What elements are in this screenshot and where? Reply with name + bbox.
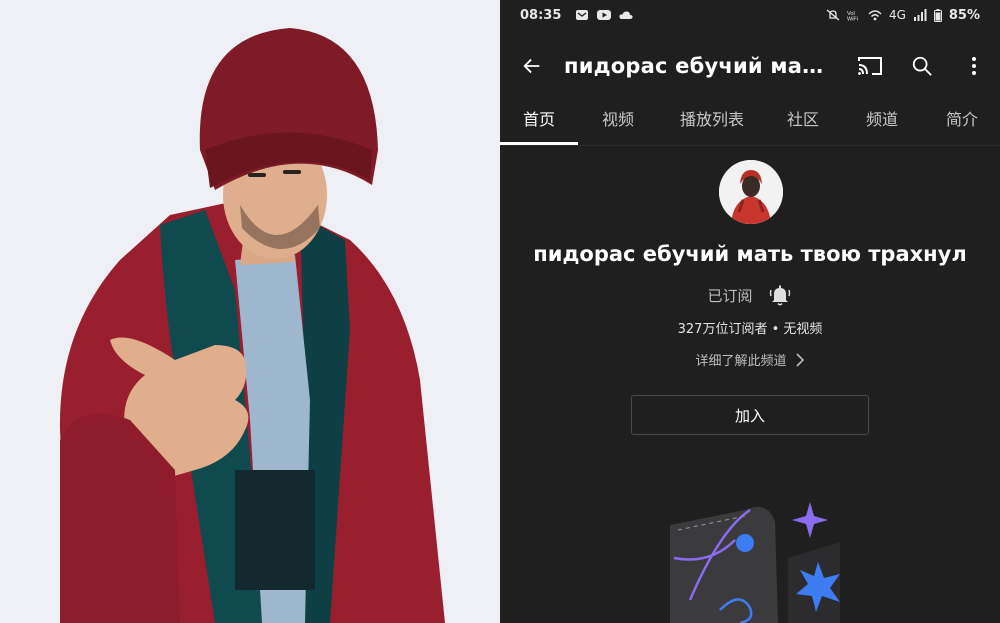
man-in-red-beanie-image (0, 0, 500, 623)
channel-avatar[interactable] (719, 160, 783, 224)
tab-channels[interactable]: 频道 (840, 96, 924, 145)
network-type: 4G (888, 8, 906, 22)
status-bar: 08:35 VoI WiFi 4G 85% (500, 0, 1000, 30)
channel-name: пидорас ебучий мать твою трахнул (533, 242, 967, 266)
vowifi-icon: VoIWiFi (847, 11, 858, 22)
join-button[interactable]: 加入 (631, 395, 869, 435)
cloud-icon (619, 11, 633, 19)
app-bar-title: пидорас ебучий мать т... (564, 54, 832, 78)
app-bar-actions (844, 38, 1000, 94)
more-options-button[interactable] (948, 38, 1000, 94)
subscription-row: 已订阅 (500, 282, 1000, 308)
search-icon (912, 56, 932, 76)
cast-button[interactable] (844, 38, 896, 94)
avatar-image (719, 160, 783, 224)
tab-about[interactable]: 简介 (924, 96, 1000, 145)
youtube-icon (597, 10, 612, 20)
back-arrow-icon (523, 58, 540, 74)
back-button[interactable] (500, 38, 564, 94)
tab-community[interactable]: 社区 (766, 96, 840, 145)
channel-stats: 327万位订阅者 • 无视频 (677, 322, 823, 337)
more-about-channel-link[interactable]: 详细了解此频道 (500, 350, 1000, 369)
more-vert-icon (972, 57, 976, 75)
mail-icon (576, 10, 589, 20)
tab-videos[interactable]: 视频 (578, 96, 658, 145)
status-time: 08:35 (520, 7, 562, 23)
chevron-right-icon (795, 352, 804, 367)
search-button[interactable] (896, 38, 948, 94)
tab-home[interactable]: 首页 (500, 96, 578, 145)
system-status-icons: VoI WiFi 4G 85% (826, 8, 980, 23)
cast-icon (858, 57, 882, 75)
mute-icon (826, 9, 840, 21)
svg-text:WiFi: WiFi (847, 17, 858, 22)
wifi-icon (868, 10, 882, 21)
channel-tabs: 首页 视频 播放列表 社区 频道 简介 (500, 96, 1000, 146)
notification-bell-button[interactable] (767, 282, 793, 308)
more-about-label: 详细了解此频道 (695, 354, 787, 369)
bell-ringing-icon (769, 285, 790, 306)
notification-icons (575, 9, 633, 21)
battery-icon (933, 8, 942, 22)
subscribed-button[interactable]: 已订阅 (707, 285, 752, 306)
app-bar: пидорас ебучий мать т... (500, 38, 1000, 94)
portrait-photo (0, 0, 500, 623)
signal-icon (913, 9, 927, 21)
battery-percent: 85% (948, 7, 980, 23)
empty-channel-illustration (670, 502, 840, 623)
tab-playlists[interactable]: 播放列表 (658, 96, 766, 145)
youtube-channel-screen: 08:35 VoI WiFi 4G 85% пидорас ебучий мать… (500, 0, 1000, 623)
